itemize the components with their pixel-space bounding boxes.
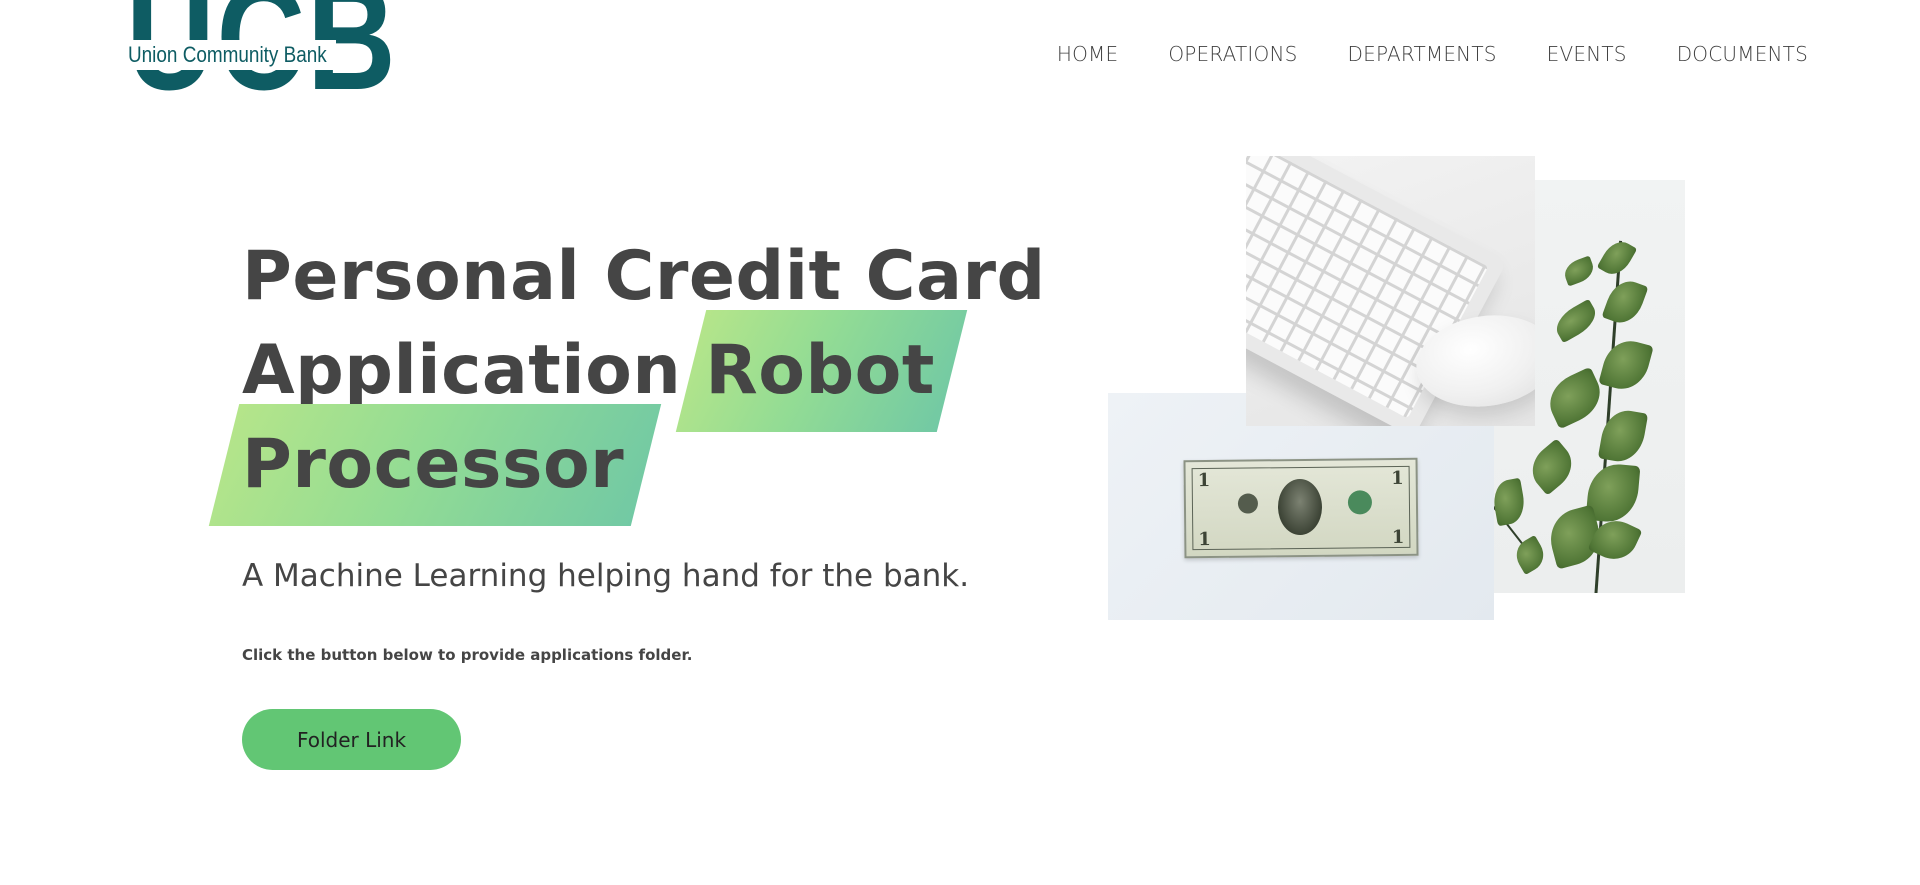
page-title: Personal Credit Card Application Robot P… (242, 230, 1062, 512)
bank-logo[interactable]: UCB Union Community Bank (126, 0, 396, 122)
hero-subtitle: A Machine Learning helping hand for the … (242, 558, 970, 594)
nav-documents[interactable]: DOCUMENTS (1677, 42, 1808, 66)
nav-home[interactable]: HOME (1057, 42, 1118, 66)
nav-operations[interactable]: OPERATIONS (1168, 42, 1297, 66)
hero-hint: Click the button below to provide applic… (242, 646, 693, 664)
title-line-3: Processor (242, 418, 1062, 512)
title-highlight-robot: Robot (705, 324, 934, 418)
folder-link-button[interactable]: Folder Link (242, 709, 461, 770)
title-highlight-processor: Processor (242, 418, 624, 512)
title-application: Application (242, 331, 682, 410)
dollar-bill: 1 1 1 1 (1183, 457, 1419, 559)
logo-bank-name: Union Community Bank (128, 42, 327, 67)
main-nav: HOME OPERATIONS DEPARTMENTS EVENTS DOCUM… (1057, 42, 1808, 66)
nav-departments[interactable]: DEPARTMENTS (1348, 42, 1497, 66)
dollar-bill-photo: 1 1 1 1 (1108, 393, 1494, 620)
nav-events[interactable]: EVENTS (1547, 42, 1627, 66)
keyboard-and-mouse-photo (1246, 156, 1535, 426)
